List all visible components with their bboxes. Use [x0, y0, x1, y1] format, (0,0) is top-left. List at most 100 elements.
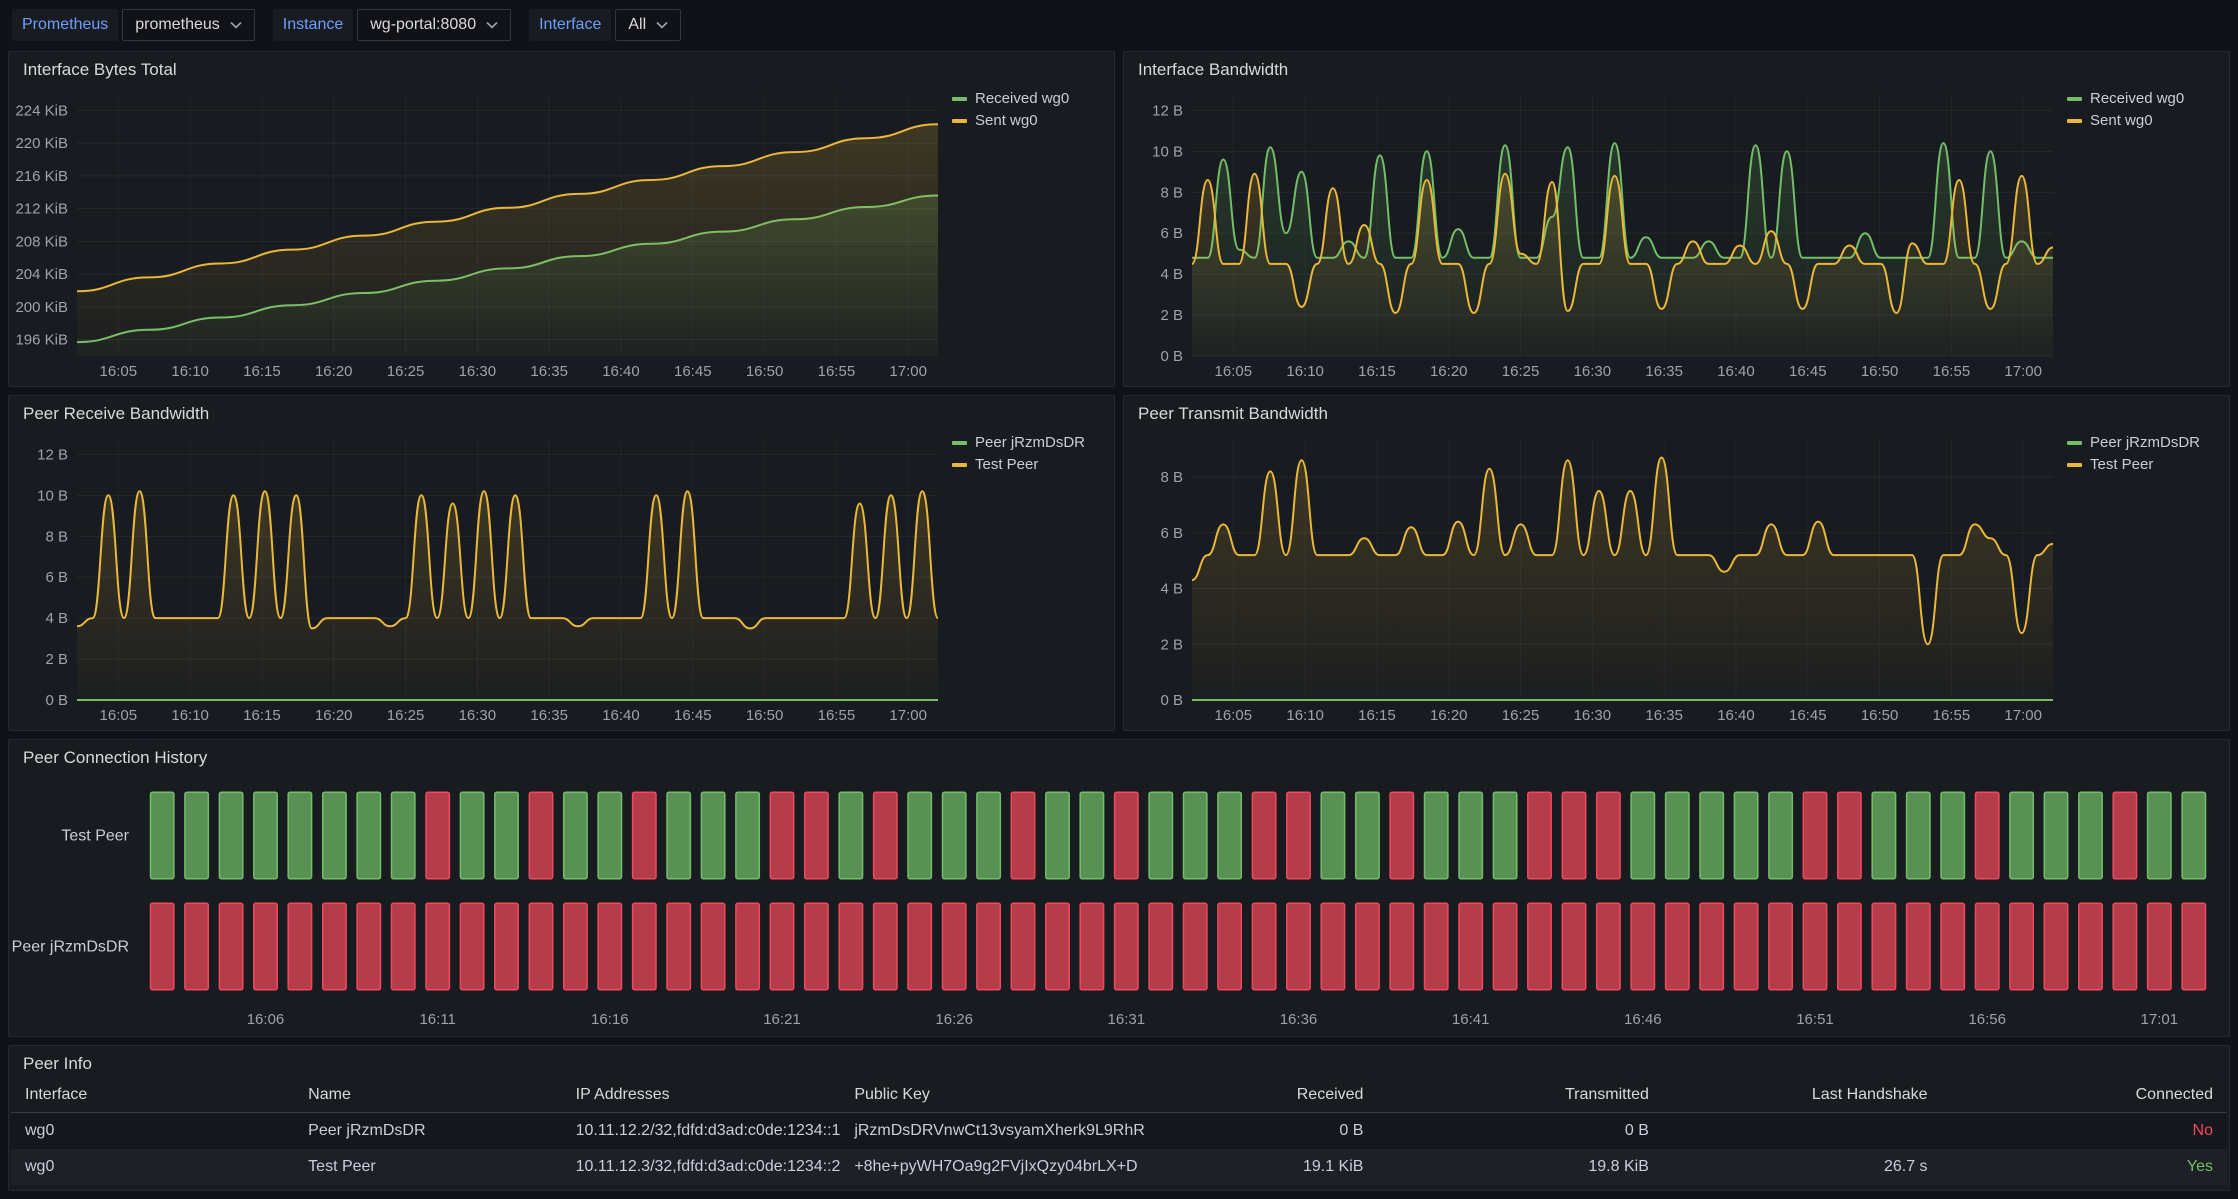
legend-item[interactable]: Sent wg0 — [952, 112, 1104, 129]
column-header-received[interactable]: Received — [1213, 1078, 1377, 1113]
svg-text:16:25: 16:25 — [387, 363, 425, 380]
svg-text:16:31: 16:31 — [1108, 1011, 1146, 1028]
svg-text:2 B: 2 B — [1160, 307, 1183, 324]
legend-item[interactable]: Sent wg0 — [2067, 112, 2219, 129]
legend-item[interactable]: Received wg0 — [952, 90, 1104, 107]
svg-text:16:10: 16:10 — [171, 707, 209, 724]
svg-text:16:55: 16:55 — [1933, 363, 1971, 380]
datasource-variable-dropdown[interactable]: prometheus — [122, 9, 255, 41]
legend-item[interactable]: Peer jRzmDsDR — [952, 434, 1104, 451]
interface-variable-value: All — [628, 16, 646, 34]
panel-title[interactable]: Peer Connection History — [9, 740, 2229, 772]
interface-bandwidth-chart[interactable]: 0 B2 B4 B6 B8 B10 B12 B16:0516:1016:1516… — [1126, 84, 2061, 384]
svg-text:208 KiB: 208 KiB — [15, 233, 68, 250]
svg-text:16:20: 16:20 — [1430, 707, 1468, 724]
chart-canvas: 0 B2 B4 B6 B8 B16:0516:1016:1516:2016:25… — [1126, 428, 2061, 728]
svg-text:16:15: 16:15 — [1358, 363, 1396, 380]
chart-legend: Received wg0 Sent wg0 — [946, 84, 1106, 384]
peer-transmit-bandwidth-chart[interactable]: 0 B2 B4 B6 B8 B16:0516:1016:1516:2016:25… — [1126, 428, 2061, 728]
svg-text:16:55: 16:55 — [818, 363, 856, 380]
svg-text:4 B: 4 B — [1160, 266, 1183, 283]
svg-text:17:00: 17:00 — [2004, 707, 2042, 724]
legend-swatch-icon — [2067, 441, 2082, 445]
cell-received: 19.1 KiB — [1213, 1149, 1377, 1185]
svg-text:16:46: 16:46 — [1624, 1011, 1662, 1028]
panel-title[interactable]: Peer Transmit Bandwidth — [1124, 396, 2229, 428]
cell-name: Test Peer — [294, 1149, 561, 1185]
legend-swatch-icon — [952, 463, 967, 467]
chart-canvas: 0 B2 B4 B6 B8 B10 B12 B16:0516:1016:1516… — [11, 428, 946, 728]
legend-label: Received wg0 — [975, 90, 1069, 107]
svg-text:200 KiB: 200 KiB — [15, 299, 68, 316]
peer-receive-bandwidth-chart[interactable]: 0 B2 B4 B6 B8 B10 B12 B16:0516:1016:1516… — [11, 428, 946, 728]
svg-text:8 B: 8 B — [1160, 469, 1183, 486]
svg-text:16:45: 16:45 — [1789, 707, 1827, 724]
column-header-last-handshake[interactable]: Last Handshake — [1663, 1078, 1942, 1113]
svg-text:220 KiB: 220 KiB — [15, 135, 68, 152]
svg-text:16:50: 16:50 — [746, 707, 784, 724]
svg-text:17:00: 17:00 — [889, 363, 927, 380]
legend-swatch-icon — [2067, 97, 2082, 101]
svg-text:16:35: 16:35 — [1645, 363, 1683, 380]
svg-text:16:20: 16:20 — [1430, 363, 1468, 380]
svg-text:16:35: 16:35 — [1645, 707, 1683, 724]
svg-text:16:05: 16:05 — [1215, 363, 1253, 380]
chart-canvas: 196 KiB200 KiB204 KiB208 KiB212 KiB216 K… — [11, 84, 946, 384]
column-header-interface[interactable]: Interface — [11, 1078, 294, 1113]
instance-variable-dropdown[interactable]: wg-portal:8080 — [357, 9, 511, 41]
svg-text:Test Peer: Test Peer — [61, 828, 129, 845]
cell-public-key: jRzmDsDRVnwCt13vsyamXherk9L9RhR — [840, 1113, 1213, 1150]
peer-info-table-wrap: Interface Name IP Addresses Public Key R… — [9, 1078, 2229, 1190]
legend-item[interactable]: Test Peer — [952, 456, 1104, 473]
interface-bytes-total-chart[interactable]: 196 KiB200 KiB204 KiB208 KiB212 KiB216 K… — [11, 84, 946, 384]
svg-text:16:05: 16:05 — [100, 363, 138, 380]
column-header-public-key[interactable]: Public Key — [840, 1078, 1213, 1113]
chart-legend: Peer jRzmDsDR Test Peer — [2061, 428, 2221, 728]
panel-peer-connection-history: Peer Connection History Test PeerPeer jR… — [8, 739, 2230, 1037]
panel-title[interactable]: Interface Bytes Total — [9, 52, 1114, 84]
cell-last-handshake: 26.7 s — [1663, 1149, 1942, 1185]
cell-connected: No — [1942, 1113, 2227, 1150]
svg-text:10 B: 10 B — [37, 487, 68, 504]
legend-item[interactable]: Peer jRzmDsDR — [2067, 434, 2219, 451]
svg-text:12 B: 12 B — [1152, 102, 1183, 119]
panel-title[interactable]: Interface Bandwidth — [1124, 52, 2229, 84]
panel-title[interactable]: Peer Info — [9, 1046, 2229, 1078]
legend-label: Test Peer — [2090, 456, 2153, 473]
datasource-variable-value: prometheus — [135, 16, 220, 34]
peer-connection-history-chart[interactable]: Test PeerPeer jRzmDsDR16:0616:1116:1616:… — [11, 772, 2221, 1034]
chevron-down-icon — [656, 21, 668, 29]
panel-peer-receive-bandwidth: Peer Receive Bandwidth 0 B2 B4 B6 B8 B10… — [8, 395, 1115, 731]
legend-item[interactable]: Test Peer — [2067, 456, 2219, 473]
svg-text:16:45: 16:45 — [674, 363, 712, 380]
svg-text:0 B: 0 B — [1160, 692, 1183, 709]
column-header-transmitted[interactable]: Transmitted — [1377, 1078, 1662, 1113]
svg-text:16:50: 16:50 — [1861, 707, 1899, 724]
cell-public-key: +8he+pyWH7Oa9g2FVjIxQzy04brLX+D — [840, 1149, 1213, 1185]
svg-text:16:06: 16:06 — [247, 1011, 285, 1028]
legend-item[interactable]: Received wg0 — [2067, 90, 2219, 107]
svg-text:16:51: 16:51 — [1796, 1011, 1834, 1028]
cell-received: 0 B — [1213, 1113, 1377, 1150]
svg-text:0 B: 0 B — [1160, 348, 1183, 365]
table-row: wg0 Peer jRzmDsDR 10.11.12.2/32,fdfd:d3a… — [11, 1113, 2227, 1150]
dashboard-grid: Interface Bytes Total 196 KiB200 KiB204 … — [0, 45, 2238, 1199]
svg-text:16:30: 16:30 — [1574, 363, 1612, 380]
svg-text:16:40: 16:40 — [1717, 707, 1755, 724]
legend-label: Peer jRzmDsDR — [2090, 434, 2200, 451]
svg-text:16:40: 16:40 — [602, 707, 640, 724]
svg-text:16:30: 16:30 — [1574, 707, 1612, 724]
panel-title[interactable]: Peer Receive Bandwidth — [9, 396, 1114, 428]
svg-text:17:00: 17:00 — [2004, 363, 2042, 380]
dashboard-variables-bar: Prometheus prometheus Instance wg-portal… — [0, 0, 2238, 45]
svg-text:6 B: 6 B — [1160, 525, 1183, 542]
column-header-name[interactable]: Name — [294, 1078, 561, 1113]
legend-label: Test Peer — [975, 456, 1038, 473]
svg-text:16:10: 16:10 — [171, 363, 209, 380]
column-header-connected[interactable]: Connected — [1942, 1078, 2227, 1113]
chevron-down-icon — [486, 21, 498, 29]
chart-legend: Received wg0 Sent wg0 — [2061, 84, 2221, 384]
instance-variable-value: wg-portal:8080 — [370, 16, 476, 34]
column-header-ip-addresses[interactable]: IP Addresses — [562, 1078, 841, 1113]
interface-variable-dropdown[interactable]: All — [615, 9, 681, 41]
